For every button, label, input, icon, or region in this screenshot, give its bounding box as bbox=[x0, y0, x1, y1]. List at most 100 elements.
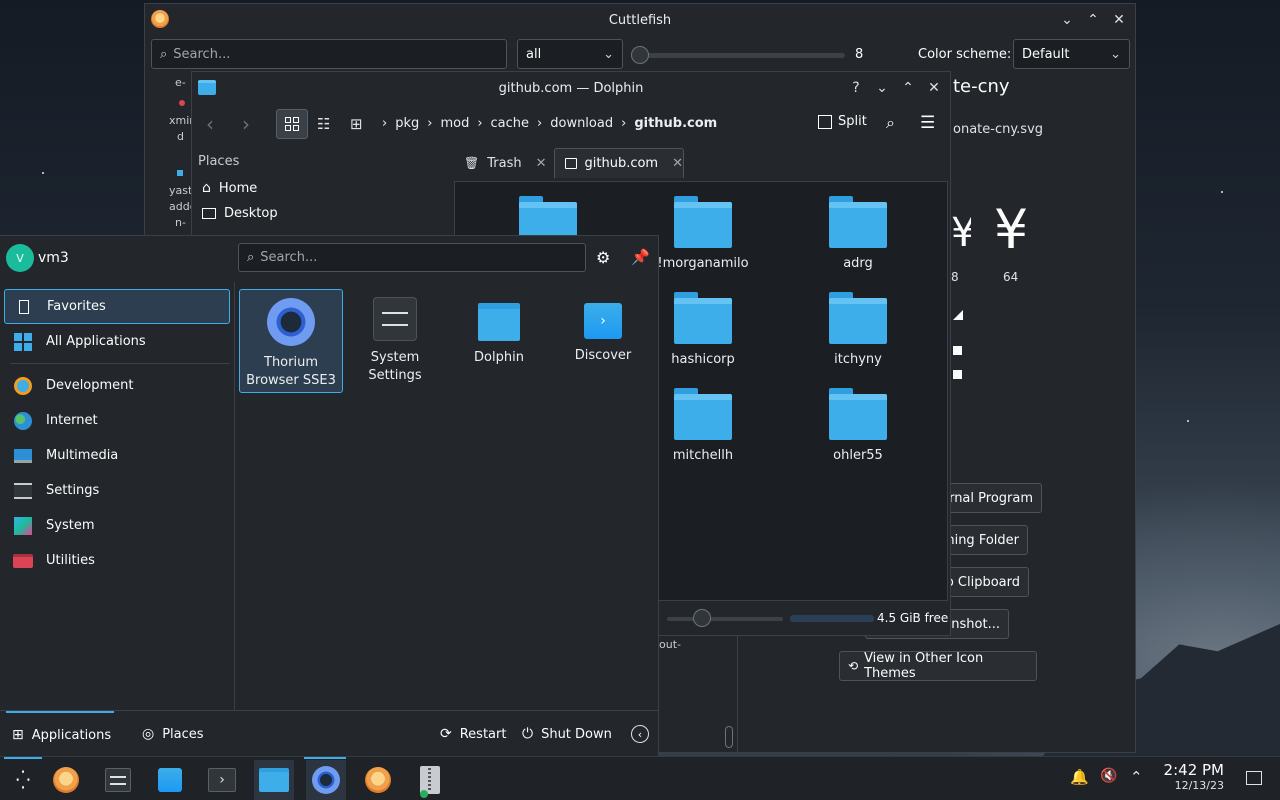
tab-applications[interactable]: ⊞ Applications bbox=[6, 711, 114, 757]
list-item-icon bbox=[177, 170, 183, 176]
app-system-settings[interactable]: System Settings bbox=[343, 289, 447, 385]
task-archive-manager[interactable] bbox=[410, 760, 450, 800]
restart-button[interactable]: ⟳ Restart bbox=[440, 711, 506, 757]
open-external-program-button[interactable]: rnal Program bbox=[935, 483, 1042, 513]
close-tab-icon[interactable]: ✕ bbox=[672, 156, 683, 171]
category-favorites[interactable]: Favorites bbox=[4, 289, 230, 324]
launcher-footer: ⊞ Applications ◎ Places ⟳ Restart ⏻ Shut… bbox=[0, 710, 658, 756]
back-arrow-icon[interactable]: ‹ bbox=[206, 112, 214, 136]
folder-item[interactable]: ohler55 bbox=[798, 388, 918, 463]
cuttlefish-scrollbar[interactable] bbox=[725, 726, 733, 748]
chevron-down-icon[interactable]: ⌄ bbox=[874, 80, 890, 96]
places-item-desktop[interactable]: Desktop bbox=[202, 206, 278, 221]
app-label: Dolphin bbox=[474, 350, 524, 365]
cuttlefish-app-icon bbox=[151, 10, 169, 28]
category-label: All Applications bbox=[46, 334, 146, 349]
list-item[interactable]: n- bbox=[175, 216, 186, 229]
tab-places[interactable]: ◎ Places bbox=[142, 711, 204, 757]
chevron-up-icon[interactable]: ⌃ bbox=[900, 80, 916, 96]
breadcrumb-item[interactable]: cache bbox=[491, 116, 530, 131]
task-discover[interactable] bbox=[150, 760, 190, 800]
icons-view-button[interactable] bbox=[276, 109, 308, 139]
folder-item[interactable]: mitchellh bbox=[643, 388, 763, 463]
category-internet[interactable]: Internet bbox=[4, 403, 230, 438]
shutdown-label: Shut Down bbox=[541, 726, 612, 742]
category-all-applications[interactable]: All Applications bbox=[4, 324, 230, 359]
chevron-down-icon[interactable]: ⌄ bbox=[1059, 12, 1075, 28]
close-tab-icon[interactable]: ✕ bbox=[536, 156, 547, 171]
folder-label: !morganamilo bbox=[657, 256, 749, 271]
breadcrumb-separator-icon: › bbox=[621, 116, 627, 131]
configure-sliders-icon[interactable]: ⚙ bbox=[596, 248, 610, 267]
cuttlefish-size-slider[interactable] bbox=[631, 46, 845, 64]
folder-item[interactable]: itchyny bbox=[798, 292, 918, 367]
category-multimedia[interactable]: Multimedia bbox=[4, 438, 230, 473]
help-icon[interactable]: ? bbox=[848, 80, 864, 96]
folder-item[interactable]: adrg bbox=[798, 196, 918, 271]
list-item-icon bbox=[179, 100, 185, 106]
system-tray: 🔔 🔇 ⌃ 2:42 PM 12/13/23 bbox=[1060, 756, 1280, 800]
task-cuttlefish-second[interactable] bbox=[358, 760, 398, 800]
home-icon: ⌂ bbox=[202, 180, 211, 196]
cuttlefish-slider-handle[interactable] bbox=[631, 46, 649, 64]
notification-bell-icon[interactable]: 🔔 bbox=[1070, 768, 1089, 786]
task-dolphin[interactable] bbox=[254, 760, 294, 800]
volume-muted-icon[interactable]: 🔇 bbox=[1100, 768, 1117, 784]
icon-preview-partial bbox=[953, 370, 962, 379]
cuttlefish-filter-value: all bbox=[526, 46, 542, 62]
application-launcher-button[interactable]: ⁛ bbox=[3, 760, 43, 800]
tab-trash[interactable]: 🗑 Trash ✕ bbox=[454, 148, 550, 178]
leave-options-button[interactable]: ‹ bbox=[631, 725, 649, 743]
breadcrumb-item-current[interactable]: github.com bbox=[634, 116, 717, 131]
forward-arrow-icon[interactable]: › bbox=[242, 112, 250, 136]
free-space-label: 4.5 GiB free bbox=[877, 611, 949, 625]
avatar[interactable]: V bbox=[6, 244, 34, 272]
search-icon[interactable]: ⌕ bbox=[886, 113, 895, 133]
digital-clock[interactable]: 2:42 PM 12/13/23 bbox=[1156, 762, 1224, 794]
task-system-settings[interactable] bbox=[98, 760, 138, 800]
split-button[interactable]: Split bbox=[818, 114, 867, 129]
category-development[interactable]: Development bbox=[4, 368, 230, 403]
app-dolphin[interactable]: Dolphin bbox=[447, 289, 551, 367]
category-system[interactable]: System bbox=[4, 508, 230, 543]
folder-item[interactable]: hashicorp bbox=[643, 292, 763, 367]
pin-icon[interactable]: 📌 bbox=[631, 248, 650, 266]
category-settings[interactable]: Settings bbox=[4, 473, 230, 508]
shutdown-button[interactable]: ⏻ Shut Down bbox=[522, 711, 612, 757]
chevron-up-icon[interactable]: ⌃ bbox=[1130, 768, 1143, 786]
task-terminal[interactable]: › bbox=[202, 760, 242, 800]
category-label: Favorites bbox=[47, 299, 106, 314]
folder-item[interactable]: !morganamilo bbox=[643, 196, 763, 271]
view-in-other-icon-themes-button[interactable]: ⟲ View in Other Icon Themes bbox=[839, 651, 1037, 681]
launcher-search-input[interactable]: ⌕ Search... bbox=[238, 243, 586, 272]
launcher-active-indicator bbox=[4, 757, 42, 759]
breadcrumb-separator-icon: › bbox=[537, 116, 543, 131]
zoom-slider[interactable] bbox=[667, 609, 783, 627]
hamburger-menu-icon[interactable]: ☰ bbox=[920, 113, 935, 133]
breadcrumb-item[interactable]: pkg bbox=[395, 116, 419, 131]
grid-icon bbox=[285, 117, 299, 131]
tab-github-com[interactable]: github.com ✕ bbox=[554, 148, 684, 178]
task-thorium-browser[interactable] bbox=[306, 760, 346, 800]
cuttlefish-filter-select[interactable]: all ⌄ bbox=[517, 39, 623, 69]
close-icon[interactable]: ✕ bbox=[926, 80, 942, 96]
close-icon[interactable]: ✕ bbox=[1111, 12, 1127, 28]
zoom-slider-handle[interactable] bbox=[693, 609, 712, 627]
search-icon: ⌕ bbox=[247, 250, 255, 265]
cuttlefish-search-input[interactable]: ⌕ Search... bbox=[151, 39, 507, 69]
color-scheme-select[interactable]: Default ⌄ bbox=[1013, 39, 1130, 69]
tree-view-icon[interactable]: ⊞ bbox=[350, 115, 363, 133]
details-view-icon[interactable]: ☷ bbox=[317, 115, 330, 133]
breadcrumb-item[interactable]: download bbox=[550, 116, 613, 131]
list-item[interactable]: d bbox=[177, 130, 184, 143]
app-discover[interactable]: › Discover bbox=[551, 289, 655, 365]
category-utilities[interactable]: Utilities bbox=[4, 543, 230, 578]
dolphin-tabbar: 🗑 Trash ✕ github.com ✕ bbox=[454, 148, 948, 178]
show-desktop-button[interactable] bbox=[1246, 771, 1262, 785]
list-item[interactable]: e- bbox=[175, 76, 186, 89]
app-thorium-browser[interactable]: Thorium Browser SSE3 bbox=[239, 289, 343, 393]
chevron-up-icon[interactable]: ⌃ bbox=[1085, 12, 1101, 28]
breadcrumb-item[interactable]: mod bbox=[440, 116, 469, 131]
places-item-home[interactable]: ⌂ Home bbox=[202, 180, 257, 196]
task-cuttlefish[interactable] bbox=[46, 760, 86, 800]
